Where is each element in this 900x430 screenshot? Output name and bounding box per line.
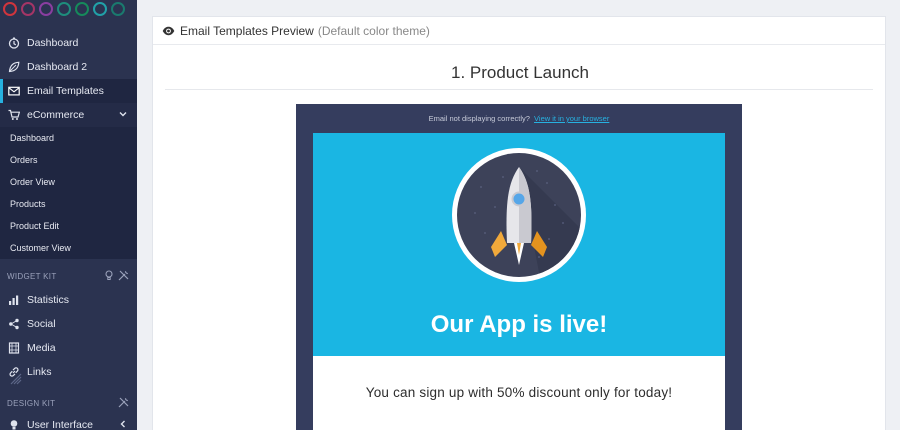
submenu-item-orders[interactable]: Orders	[0, 149, 137, 171]
section-heading-design-kit: DESIGN KIT	[0, 395, 137, 411]
submenu-item-dashboard[interactable]: Dashboard	[0, 127, 137, 149]
theme-dot-7[interactable]	[111, 2, 125, 16]
sidebar-item-user-interface[interactable]: User Interface	[0, 413, 137, 430]
sidebar-item-social[interactable]: Social	[0, 312, 137, 336]
card-header: Email Templates Preview (Default color t…	[153, 17, 885, 45]
tools-icon[interactable]	[118, 270, 129, 283]
bar-chart-icon	[8, 294, 20, 306]
email-preview: Email not displaying correctly? View it …	[296, 104, 742, 430]
submenu-item-products[interactable]: Products	[0, 193, 137, 215]
section-heading-widget-kit: WIDGET KIT	[0, 268, 137, 284]
sidebar-item-label: Email Templates	[27, 85, 104, 97]
submenu-item-order-view[interactable]: Order View	[0, 171, 137, 193]
hero-title: Our App is live!	[430, 311, 608, 338]
submenu-label: Dashboard	[10, 133, 55, 143]
chevron-down-icon	[118, 109, 128, 122]
sidebar-item-statistics[interactable]: Statistics	[0, 288, 137, 312]
email-hero: Our App is live!	[313, 133, 725, 356]
submenu-item-product-edit[interactable]: Product Edit	[0, 215, 137, 237]
theme-dot-5[interactable]	[75, 2, 89, 16]
film-icon	[8, 342, 20, 354]
theme-dot-2[interactable]	[21, 2, 35, 16]
submenu-label: Customer View	[10, 243, 71, 253]
email-body: You can sign up with 50% discount only f…	[313, 356, 725, 430]
sidebar-item-dashboard-2[interactable]: Dashboard 2	[0, 55, 137, 79]
sidebar-item-label: Links	[27, 366, 52, 378]
sidebar-item-media[interactable]: Media	[0, 336, 137, 360]
theme-dot-4[interactable]	[57, 2, 71, 16]
theme-dot-6[interactable]	[93, 2, 107, 16]
submenu-label: Products	[10, 199, 46, 209]
sidebar-item-ecommerce[interactable]: eCommerce	[0, 103, 137, 127]
email-notice: Email not displaying correctly? View it …	[296, 114, 742, 123]
sidebar-item-label: eCommerce	[27, 109, 85, 121]
rocket-illustration	[451, 147, 587, 283]
lightbulb-icon[interactable]	[104, 270, 114, 283]
section-heading-label: WIDGET KIT	[7, 271, 57, 281]
divider	[165, 89, 873, 90]
bulb-icon	[8, 419, 20, 430]
chevron-left-icon	[118, 419, 128, 430]
sidebar-item-label: Media	[27, 342, 56, 354]
sidebar-item-email-templates[interactable]: Email Templates	[0, 79, 137, 103]
eye-icon	[162, 26, 175, 36]
card-subtitle: (Default color theme)	[317, 23, 430, 38]
template-title: 1. Product Launch	[451, 63, 589, 82]
sidebar-item-label: User Interface	[27, 419, 93, 430]
theme-dot-1[interactable]	[3, 2, 17, 16]
sidebar-item-dashboard[interactable]: Dashboard	[0, 31, 137, 55]
section-heading-label: DESIGN KIT	[7, 398, 56, 408]
theme-color-picker	[0, 0, 137, 22]
clock-icon	[8, 37, 20, 49]
share-icon	[8, 318, 20, 330]
email-body-text: You can sign up with 50% discount only f…	[365, 385, 673, 400]
sidebar-item-label: Dashboard 2	[27, 61, 88, 73]
preview-card: Email Templates Preview (Default color t…	[152, 16, 886, 430]
submenu-label: Product Edit	[10, 221, 60, 231]
submenu-label: Orders	[10, 155, 38, 165]
sidebar-item-label: Social	[27, 318, 56, 330]
card-title: Email Templates Preview	[180, 23, 314, 38]
submenu-label: Order View	[10, 177, 55, 187]
leaf-icon	[8, 61, 20, 73]
theme-dot-3[interactable]	[39, 2, 53, 16]
sidebar-item-label: Dashboard	[27, 37, 79, 49]
email-notice-text: Email not displaying correctly?	[428, 114, 530, 123]
submenu-item-customer-view[interactable]: Customer View	[0, 237, 137, 259]
envelope-icon	[8, 85, 20, 97]
tools-icon[interactable]	[118, 397, 129, 410]
drag-handle-icon[interactable]	[9, 372, 23, 386]
sidebar-item-label: Statistics	[27, 294, 70, 306]
view-in-browser-link[interactable]: View it in your browser	[534, 114, 609, 123]
sidebar: Dashboard Dashboard 2 Email Templates eC…	[0, 0, 137, 430]
cart-icon	[8, 109, 20, 121]
